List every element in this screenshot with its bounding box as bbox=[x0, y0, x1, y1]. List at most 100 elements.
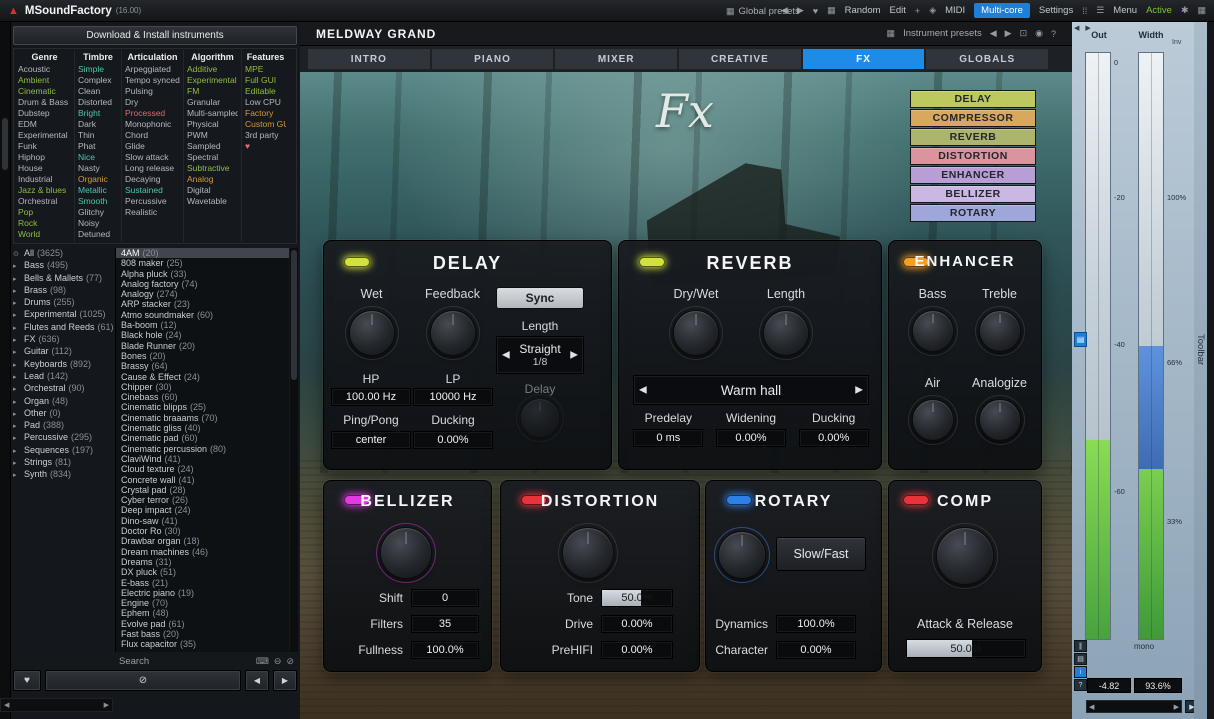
tag[interactable]: Arpeggiated bbox=[125, 64, 180, 75]
tag[interactable]: Nasty bbox=[78, 163, 118, 174]
tab[interactable]: INTRO bbox=[308, 49, 430, 69]
preset-item[interactable]: Cause & Effect(24) bbox=[116, 372, 289, 382]
tree-horizontal-scrollbar[interactable]: ◀ ▶ bbox=[0, 698, 113, 712]
no-preset-button[interactable]: ⊘ bbox=[45, 670, 241, 691]
preset-item[interactable]: ARP stacker(23) bbox=[116, 299, 289, 309]
tree-expand-icon[interactable]: ▸ bbox=[13, 323, 21, 334]
tree-item[interactable]: ▸Orchestral(90) bbox=[13, 383, 113, 395]
tag[interactable]: Simple bbox=[78, 64, 118, 75]
tree-expand-icon[interactable]: ▸ bbox=[13, 360, 21, 371]
tag[interactable]: Sustained bbox=[125, 185, 180, 196]
tag[interactable]: Digital bbox=[187, 185, 238, 196]
tag[interactable]: Organic bbox=[78, 174, 118, 185]
tag[interactable]: Slow attack bbox=[125, 152, 180, 163]
tag[interactable]: Ambient bbox=[18, 75, 71, 86]
preset-item[interactable]: Crystal pad(28) bbox=[116, 485, 289, 495]
tag[interactable]: Acoustic bbox=[18, 64, 71, 75]
preset-item[interactable]: Cinebass(60) bbox=[116, 392, 289, 402]
tree-item[interactable]: ▸Percussive(295) bbox=[13, 432, 113, 444]
tag[interactable]: Nice bbox=[78, 152, 118, 163]
preset-item[interactable]: 4AM(20) bbox=[116, 248, 289, 258]
help-button[interactable]: ? bbox=[1074, 679, 1087, 691]
favorite-button[interactable]: ♥ bbox=[13, 670, 41, 691]
tree-expand-icon[interactable]: ▸ bbox=[13, 347, 21, 358]
preset-item[interactable]: Electric piano(19) bbox=[116, 588, 289, 598]
output-level-meter[interactable] bbox=[1085, 52, 1111, 640]
tag[interactable]: Glide bbox=[125, 141, 180, 152]
tree-item[interactable]: ▸Sequences(197) bbox=[13, 445, 113, 457]
preset-item[interactable]: E-bass(21) bbox=[116, 578, 289, 588]
scroll-right-icon[interactable]: ▶ bbox=[1174, 703, 1179, 711]
preset-item[interactable]: Brassy(64) bbox=[116, 361, 289, 371]
tree-item[interactable]: ▸Lead(142) bbox=[13, 371, 113, 383]
tag[interactable]: Smooth bbox=[78, 196, 118, 207]
tab[interactable]: GLOBALS bbox=[926, 49, 1048, 69]
tag[interactable]: Wavetable bbox=[187, 196, 238, 207]
knob[interactable] bbox=[979, 310, 1021, 352]
knob[interactable] bbox=[912, 399, 954, 441]
tag[interactable]: Dry bbox=[125, 97, 180, 108]
save-icon[interactable]: ⊡ bbox=[1020, 28, 1028, 39]
tree-item[interactable]: ▸Drums(255) bbox=[13, 297, 113, 309]
dots-icon[interactable]: ⁞⁞ bbox=[1082, 6, 1087, 16]
preset-item[interactable]: Doctor Ro(30) bbox=[116, 526, 289, 536]
prev-preset-button[interactable]: ◀ bbox=[245, 670, 269, 691]
tree-expand-icon[interactable]: ▸ bbox=[13, 310, 21, 321]
preset-item[interactable]: Bones(20) bbox=[116, 351, 289, 361]
tag[interactable]: Realistic bbox=[125, 207, 180, 218]
tag[interactable]: 3rd party bbox=[245, 130, 286, 141]
tag[interactable]: Subtractive bbox=[187, 163, 238, 174]
tab[interactable]: FX bbox=[803, 49, 925, 69]
tag[interactable]: MPE bbox=[245, 64, 286, 75]
tree-item[interactable]: ▸Experimental(1025) bbox=[13, 309, 113, 321]
preset-item[interactable]: Cinematic percussion(80) bbox=[116, 444, 289, 454]
tag[interactable]: Thin bbox=[78, 130, 118, 141]
tree-item[interactable]: ▸Bells & Mallets(77) bbox=[13, 273, 113, 285]
tag[interactable]: Industrial bbox=[18, 174, 71, 185]
preset-item[interactable]: Black hole(24) bbox=[116, 330, 289, 340]
tag[interactable]: Metallic bbox=[78, 185, 118, 196]
ducking-value-box[interactable]: 0.00% bbox=[413, 431, 493, 449]
tag[interactable]: Jazz & blues bbox=[18, 185, 71, 196]
multi-core-toggle[interactable]: Multi-core bbox=[974, 3, 1030, 18]
value-box[interactable]: 0.00% bbox=[776, 641, 856, 659]
tag[interactable]: Processed bbox=[125, 108, 180, 119]
tag[interactable]: House bbox=[18, 163, 71, 174]
delay-length-selector[interactable]: ◀ Straight 1/8 ▶ bbox=[496, 336, 584, 374]
preset-item[interactable]: ClaviWind(41) bbox=[116, 454, 289, 464]
toolbar-toggle-button[interactable]: ▤ bbox=[1074, 332, 1087, 347]
knob[interactable] bbox=[979, 399, 1021, 441]
preset-item[interactable]: Cinematic pad(60) bbox=[116, 433, 289, 443]
next-preset-icon[interactable]: ▶ bbox=[1005, 28, 1012, 39]
value-box[interactable]: 35 bbox=[411, 615, 479, 633]
tag[interactable]: Spectral bbox=[187, 152, 238, 163]
scroll-left-icon[interactable]: ◀ bbox=[1089, 703, 1094, 711]
preset-item[interactable]: Blade Runner(20) bbox=[116, 341, 289, 351]
preset-item[interactable]: Dino-saw(41) bbox=[116, 516, 289, 526]
global-presets-button[interactable]: ▦ Global presets bbox=[726, 0, 800, 22]
tag[interactable]: Drum & Bass bbox=[18, 97, 71, 108]
active-indicator[interactable]: Active bbox=[1146, 5, 1172, 16]
value-box[interactable]: 0.00% bbox=[716, 429, 786, 447]
edit-button[interactable]: Edit bbox=[890, 5, 906, 16]
knob[interactable] bbox=[349, 310, 395, 356]
preset-item[interactable]: Dreams(31) bbox=[116, 557, 289, 567]
tree-item[interactable]: ▸Flutes and Reeds(61) bbox=[13, 322, 113, 334]
tree-expand-icon[interactable]: ▸ bbox=[13, 274, 21, 285]
tag[interactable]: FM bbox=[187, 86, 238, 97]
value-box[interactable]: 100.0% bbox=[411, 641, 479, 659]
tree-expand-icon[interactable]: ▸ bbox=[13, 446, 21, 457]
preset-item[interactable]: Ba-boom(12) bbox=[116, 320, 289, 330]
preset-item[interactable]: Cyber terror(26) bbox=[116, 495, 289, 505]
fx-chain-button[interactable]: COMPRESSOR bbox=[910, 109, 1036, 127]
right-arrow-icon[interactable]: ▶ bbox=[570, 350, 578, 361]
knob[interactable] bbox=[912, 310, 954, 352]
tag[interactable]: Editable bbox=[245, 86, 286, 97]
tree-expand-icon[interactable]: ▸ bbox=[13, 458, 21, 469]
tab[interactable]: PIANO bbox=[432, 49, 554, 69]
hp-value-box[interactable]: 100.00 Hz bbox=[331, 388, 411, 406]
inv-label[interactable]: Inv bbox=[1172, 39, 1181, 46]
value-box[interactable]: 100.0% bbox=[776, 615, 856, 633]
preset-grid-icon[interactable]: ▦ bbox=[827, 5, 836, 16]
tag[interactable]: Sampled bbox=[187, 141, 238, 152]
